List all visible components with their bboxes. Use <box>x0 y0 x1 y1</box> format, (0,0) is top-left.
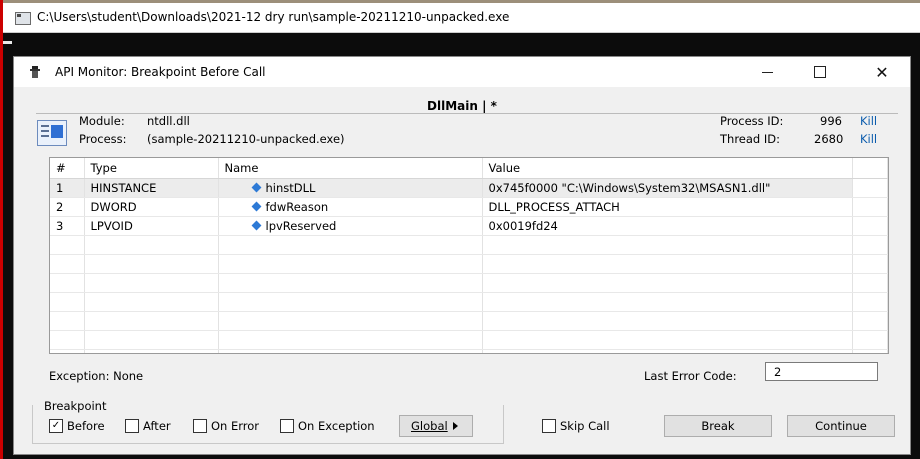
after-label: After <box>143 419 171 433</box>
maximize-icon <box>814 66 826 78</box>
parameter-icon <box>251 201 261 212</box>
row-name-cell: lpvReserved <box>218 216 483 236</box>
row-filler <box>852 216 888 236</box>
table-header-row: # Type Name Value <box>50 158 888 179</box>
global-label: Global <box>411 419 448 433</box>
parameter-icon <box>251 182 261 193</box>
dialog-title: API Monitor: Breakpoint Before Call <box>55 65 266 79</box>
after-checkbox[interactable]: After <box>125 419 171 433</box>
column-header-name[interactable]: Name <box>218 158 483 179</box>
column-header-num[interactable]: # <box>50 158 85 179</box>
row-value: 0x745f0000 "C:\Windows\System32\MSASN1.d… <box>482 178 853 198</box>
function-title: DllMain | * <box>427 99 497 113</box>
before-checkbox[interactable]: ✓ Before <box>49 419 105 433</box>
process-value: (sample-20211210-unpacked.exe) <box>147 132 345 146</box>
row-value: DLL_PROCESS_ATTACH <box>482 197 853 217</box>
empty-row <box>50 349 888 353</box>
break-button[interactable]: Break <box>664 415 772 437</box>
column-header-value[interactable]: Value <box>482 158 853 179</box>
parameter-icon <box>251 220 261 231</box>
column-header-empty <box>852 158 888 179</box>
red-window-edge <box>0 0 3 459</box>
table-row[interactable]: 2 DWORD fdwReason DLL_PROCESS_ATTACH <box>50 197 888 217</box>
global-button[interactable]: Global <box>399 415 473 437</box>
row-value: 0x0019fd24 <box>482 216 853 236</box>
empty-row <box>50 292 888 312</box>
on-exception-label: On Exception <box>298 419 375 433</box>
on-exception-checkbox[interactable]: On Exception <box>280 419 375 433</box>
thread-id-value: 2680 <box>814 132 844 146</box>
row-name: hinstDLL <box>265 181 316 195</box>
continue-button[interactable]: Continue <box>787 415 895 437</box>
process-id-label: Process ID: <box>720 114 784 128</box>
console-titlebar: C:\Users\student\Downloads\2021-12 dry r… <box>3 3 920 33</box>
checkbox-box <box>125 419 139 433</box>
checkbox-box <box>193 419 207 433</box>
process-id-value: 996 <box>820 114 842 128</box>
dialog-titlebar: API Monitor: Breakpoint Before Call ✕ <box>14 57 910 87</box>
empty-row <box>50 235 888 255</box>
row-name-cell: fdwReason <box>218 197 483 217</box>
skip-call-label: Skip Call <box>560 419 610 433</box>
empty-row <box>50 330 888 350</box>
row-type: LPVOID <box>84 216 219 236</box>
exception-status: Exception: None <box>49 369 144 383</box>
last-error-label: Last Error Code: <box>644 369 737 383</box>
minimize-icon <box>761 71 773 73</box>
checkbox-box <box>542 419 556 433</box>
before-label: Before <box>67 419 105 433</box>
arrow-right-icon <box>453 422 458 430</box>
console-title: C:\Users\student\Downloads\2021-12 dry r… <box>37 10 510 24</box>
console-cursor <box>3 41 12 44</box>
row-type: DWORD <box>84 197 219 217</box>
kill-process-link[interactable]: Kill <box>860 114 877 128</box>
close-button[interactable]: ✕ <box>859 57 905 87</box>
row-name: lpvReserved <box>265 219 337 233</box>
module-value: ntdll.dll <box>147 114 190 128</box>
row-num: 1 <box>50 178 85 198</box>
table-row[interactable]: 3 LPVOID lpvReserved 0x0019fd24 <box>50 216 888 236</box>
column-header-type[interactable]: Type <box>84 158 219 179</box>
row-filler <box>852 178 888 198</box>
row-num: 2 <box>50 197 85 217</box>
checkmark-icon: ✓ <box>49 419 63 433</box>
row-name-cell: hinstDLL <box>218 178 483 198</box>
empty-row <box>50 311 888 331</box>
on-error-label: On Error <box>211 419 260 433</box>
row-filler <box>852 197 888 217</box>
empty-row <box>50 254 888 274</box>
console-app-icon <box>15 12 31 25</box>
skip-call-checkbox[interactable]: Skip Call <box>542 419 610 433</box>
minimize-button[interactable] <box>744 57 790 87</box>
parameters-table: # Type Name Value 1 HINSTANCE hinstDLL 0… <box>50 158 888 353</box>
on-error-checkbox[interactable]: On Error <box>193 419 259 433</box>
breakpoint-group-label: Breakpoint <box>42 399 109 413</box>
thread-id-label: Thread ID: <box>720 132 780 146</box>
kill-thread-link[interactable]: Kill <box>860 132 877 146</box>
parameters-grid[interactable]: # Type Name Value 1 HINSTANCE hinstDLL 0… <box>49 157 889 354</box>
close-icon: ✕ <box>875 62 889 82</box>
api-monitor-icon <box>30 66 40 78</box>
last-error-code-input[interactable] <box>765 362 878 381</box>
module-icon <box>37 120 67 146</box>
row-name: fdwReason <box>265 200 329 214</box>
empty-row <box>50 273 888 293</box>
module-label: Module: <box>79 114 125 128</box>
row-num: 3 <box>50 216 85 236</box>
maximize-button[interactable] <box>797 57 843 87</box>
checkbox-box <box>280 419 294 433</box>
row-type: HINSTANCE <box>84 178 219 198</box>
table-row[interactable]: 1 HINSTANCE hinstDLL 0x745f0000 "C:\Wind… <box>50 178 888 198</box>
process-label: Process: <box>79 132 127 146</box>
breakpoint-dialog: API Monitor: Breakpoint Before Call ✕ Dl… <box>13 56 911 455</box>
